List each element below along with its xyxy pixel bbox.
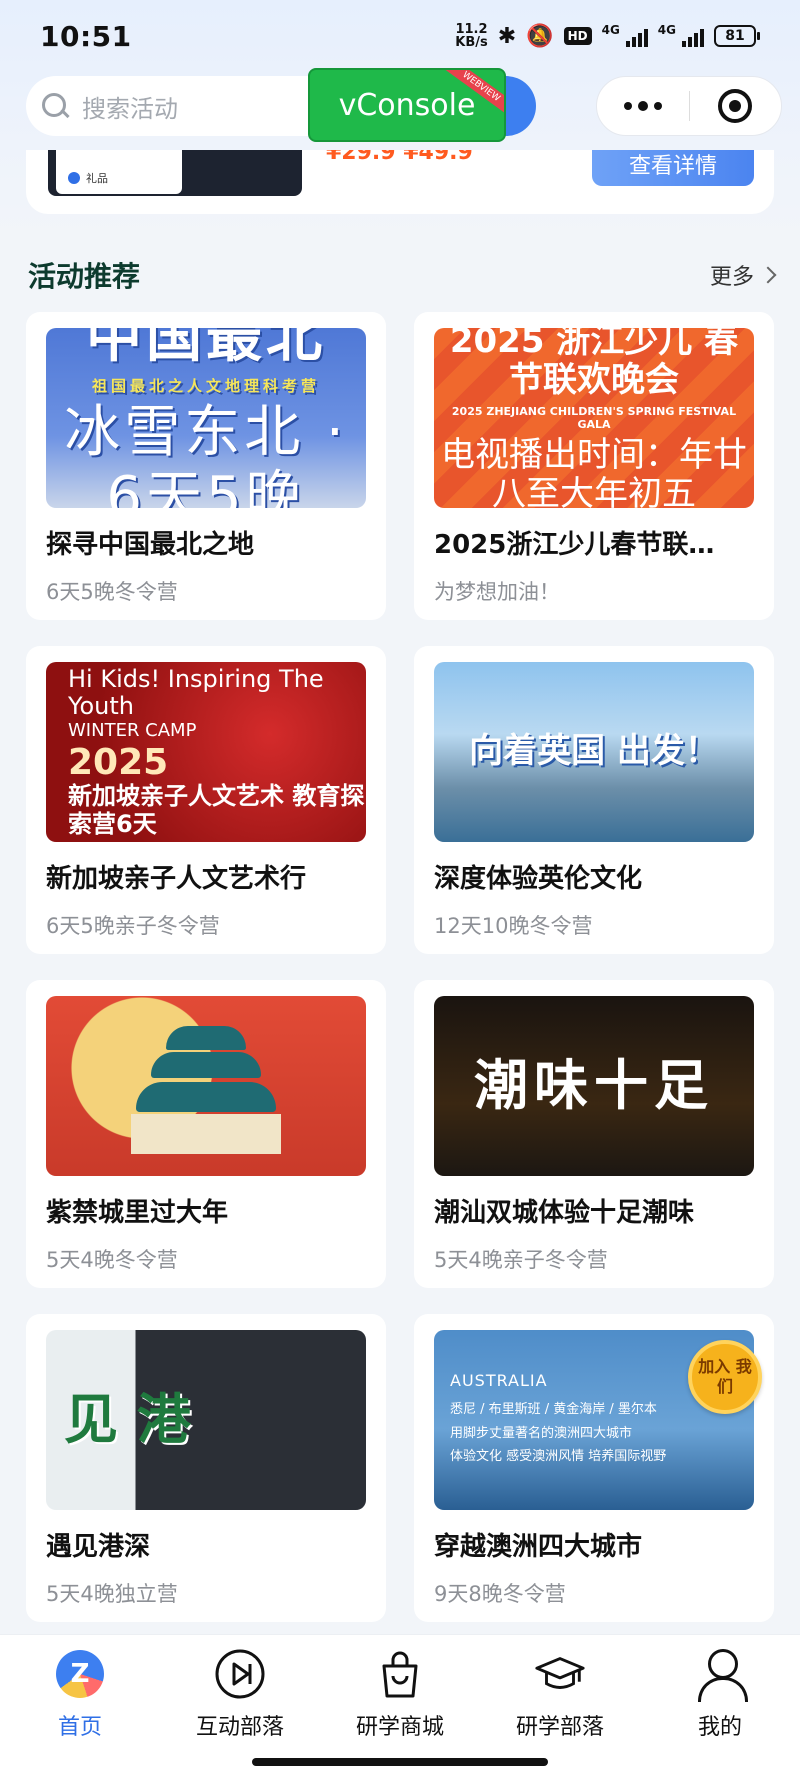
mini-program-capsule: [596, 76, 782, 136]
nav-item-home[interactable]: Z 首页: [10, 1647, 150, 1741]
card-image-text: 向着英国 出发！: [469, 731, 719, 772]
person-icon: [693, 1647, 748, 1702]
card-subtitle: 为梦想加油！: [434, 580, 560, 604]
section-header: 活动推荐 更多: [28, 255, 777, 295]
promo-thumb-label: 礼品: [56, 150, 182, 194]
card-image: 2025 浙江少儿 春节联欢晚会 2025 ZHEJIANG CHILDREN'…: [434, 328, 754, 508]
card-image-text: 新加坡亲子人文艺术 教育探索营6天: [68, 782, 365, 838]
join-us-button[interactable]: 加入 我们: [688, 1340, 762, 1414]
card-title: 遇见港深: [46, 1532, 151, 1562]
status-icons: 11.2 KB/s ✱ 🔕 HD 4G 4G 81: [455, 23, 760, 49]
card-subtitle: 5天4晚独立营: [46, 1582, 178, 1606]
search-icon: [40, 91, 70, 121]
nav-label: 研学商城: [355, 1715, 444, 1740]
promo-card[interactable]: 礼品 ¥29.9 ¥49.9 查看详情: [26, 150, 774, 214]
activity-card[interactable]: 见 港 遇见港深 5天4晚独立营: [26, 1314, 386, 1622]
section-title: 活动推荐: [28, 260, 141, 293]
activity-card[interactable]: 中国最北 祖国最北之人文地理科考营 冰雪东北 · 6天5晚 探寻中国最北之地 6…: [26, 312, 386, 620]
network-speed: 11.2 KB/s: [455, 23, 487, 49]
nav-item-mall[interactable]: 研学商城: [330, 1647, 470, 1741]
card-image: Hi Kids! Inspiring The Youth WINTER CAMP…: [46, 662, 366, 842]
home-logo-icon: Z: [53, 1647, 107, 1701]
card-image-label: WINTER CAMP: [68, 719, 197, 741]
card-image-text: 中国最北: [86, 328, 326, 370]
vconsole-label: vConsole: [338, 87, 476, 123]
activity-card[interactable]: 2025 浙江少儿 春节联欢晚会 2025 ZHEJIANG CHILDREN'…: [414, 312, 774, 620]
signal-icon: [682, 25, 704, 47]
card-subtitle: 5天4晚冬令营: [46, 1248, 178, 1272]
bottom-nav: Z 首页 互动部落 研学商城 研学部落 我的: [0, 1634, 800, 1778]
vconsole-button[interactable]: vConsole WEBVIEW: [308, 68, 506, 142]
card-image-subtext: 祖国最北之人文地理科考营: [91, 377, 320, 396]
card-image: 中国最北 祖国最北之人文地理科考营 冰雪东北 · 6天5晚: [46, 328, 366, 508]
graduation-cap-icon: [533, 1647, 587, 1701]
card-title: 深度体验英伦文化: [434, 864, 643, 894]
card-image-text: 2025 浙江少儿 春节联欢晚会: [449, 328, 739, 401]
card-image-subtext: 2025 ZHEJIANG CHILDREN'S SPRING FESTIVAL…: [451, 405, 737, 431]
promo-price: ¥29.9 ¥49.9: [326, 150, 473, 165]
activity-card[interactable]: 向着英国 出发！ 深度体验英伦文化 12天10晚冬令营: [414, 646, 774, 954]
nav-label: 互动部落: [195, 1715, 284, 1740]
card-image: 向着英国 出发！: [434, 662, 754, 842]
card-image-line: 体验文化 感受澳洲风情 培养国际视野: [450, 1449, 667, 1465]
signal-icon: [625, 25, 648, 47]
more-link[interactable]: 更多: [709, 259, 777, 291]
card-title: 探寻中国最北之地: [46, 530, 255, 560]
search-placeholder: 搜索活动: [82, 94, 178, 123]
card-image: 见 港: [46, 1330, 366, 1510]
card-subtitle: 12天10晚冬令营: [434, 914, 593, 938]
activity-card[interactable]: 潮味十足 潮汕双城体验十足潮味 5天4晚亲子冬令营: [414, 980, 774, 1288]
more-link-label: 更多: [709, 265, 754, 290]
card-image: 潮味十足: [434, 996, 754, 1176]
nav-item-profile[interactable]: 我的: [650, 1647, 790, 1741]
card-subtitle: 9天8晚冬令营: [434, 1582, 566, 1606]
status-bar: 10:51 11.2 KB/s ✱ 🔕 HD 4G 4G 81: [0, 0, 800, 72]
bluetooth-icon: ✱: [497, 23, 517, 49]
card-image-tag: 冰雪东北 · 6天5晚: [64, 400, 348, 508]
mute-icon: 🔕: [526, 23, 554, 49]
battery-level: 81: [714, 25, 756, 47]
card-subtitle: 6天5晚亲子冬令营: [46, 914, 220, 938]
home-indicator[interactable]: [252, 1758, 548, 1766]
shopping-bag-icon: [373, 1647, 427, 1701]
network-speed-unit: KB/s: [455, 35, 488, 50]
temple-illustration: [131, 1016, 281, 1156]
network-type-1: 4G: [601, 23, 620, 37]
chevron-right-icon: [759, 266, 777, 284]
activity-card[interactable]: 紫禁城里过大年 5天4晚冬令营: [26, 980, 386, 1288]
close-target-icon[interactable]: [690, 89, 782, 123]
card-title: 紫禁城里过大年: [46, 1198, 229, 1228]
nav-item-study[interactable]: 研学部落: [490, 1647, 630, 1741]
card-image-line: 悉尼 / 布里斯班 / 黄金海岸 / 墨尔本: [450, 1402, 657, 1418]
card-image-label: AUSTRALIA: [450, 1371, 548, 1391]
card-image-tag: 电视播出时间：年廿八至大年初五: [441, 434, 747, 508]
card-title: 潮汕双城体验十足潮味: [434, 1198, 695, 1228]
card-subtitle: 5天4晚亲子冬令营: [434, 1248, 608, 1272]
card-image-text: 潮味十足: [474, 1053, 714, 1117]
card-title: 新加坡亲子人文艺术行: [46, 864, 307, 894]
hd-badge: HD: [563, 27, 592, 45]
card-subtitle: 6天5晚冬令营: [46, 580, 178, 604]
card-image-year: 2025: [68, 741, 169, 783]
card-image: [46, 996, 366, 1176]
promo-thumbnail: 礼品: [48, 150, 302, 196]
card-image-kicker: Hi Kids! Inspiring The Youth: [68, 664, 324, 721]
network-type-2: 4G: [657, 23, 676, 37]
more-dots-icon[interactable]: [597, 100, 689, 111]
nav-label: 研学部落: [515, 1715, 604, 1740]
search-row: 搜索活动 vConsole WEBVIEW: [0, 68, 800, 142]
status-time: 10:51: [40, 19, 132, 53]
card-image-line: 用脚步丈量著名的澳洲四大城市: [450, 1425, 633, 1441]
nav-item-community[interactable]: 互动部落: [170, 1647, 310, 1741]
view-details-button[interactable]: 查看详情: [592, 150, 754, 186]
card-title: 穿越澳洲四大城市: [434, 1532, 643, 1562]
play-circle-icon: [213, 1647, 267, 1701]
card-image-text: 见 港: [64, 1388, 191, 1452]
card-title: 2025浙江少儿春节联…: [434, 530, 715, 560]
nav-label: 首页: [57, 1715, 102, 1740]
nav-label: 我的: [697, 1715, 742, 1740]
activity-card[interactable]: Hi Kids! Inspiring The Youth WINTER CAMP…: [26, 646, 386, 954]
battery-icon: 81: [714, 25, 760, 47]
